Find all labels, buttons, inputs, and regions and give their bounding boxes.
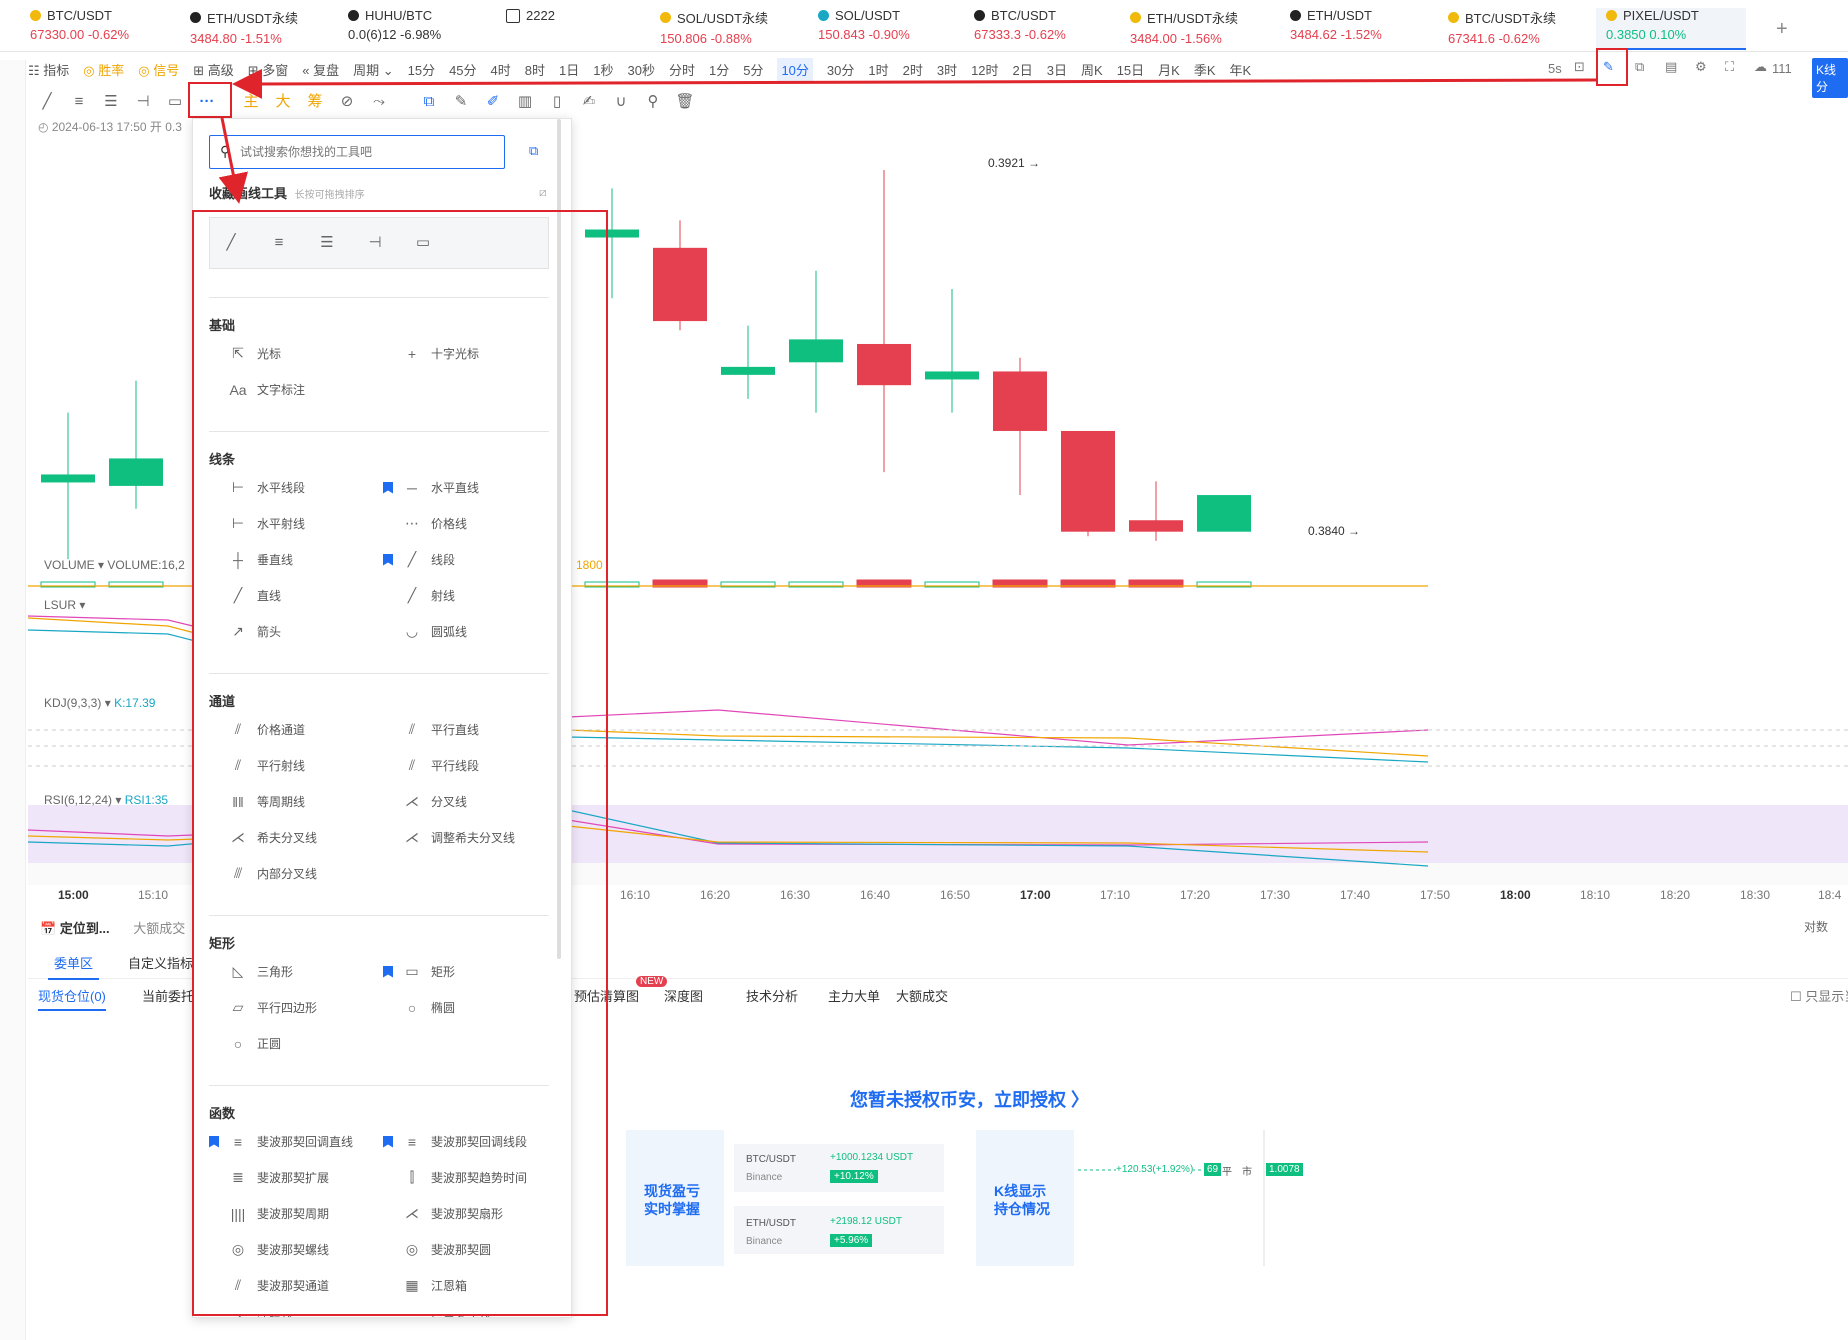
annotation-arrows — [218, 68, 1597, 204]
